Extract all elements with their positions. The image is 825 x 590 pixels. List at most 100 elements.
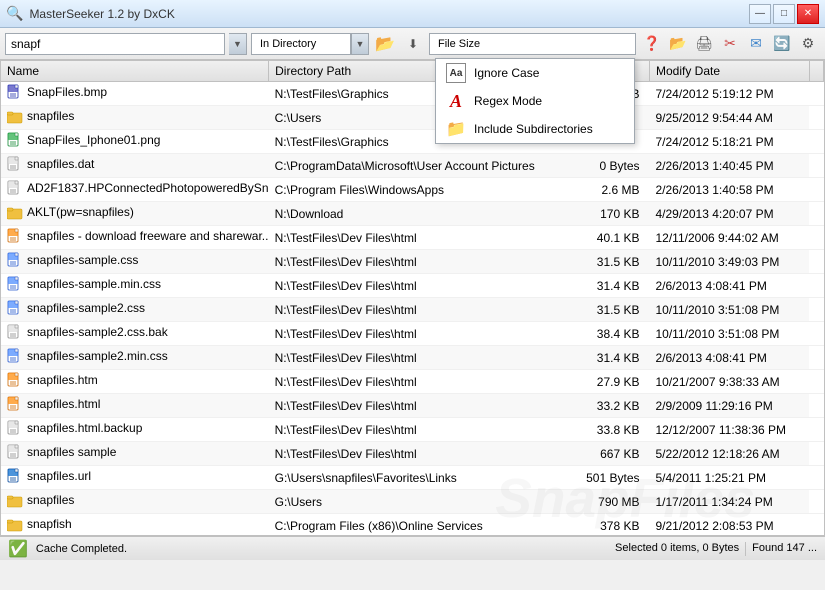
dropdown-menu: Aa Ignore Case A Regex Mode 📁 Include Su…: [435, 58, 635, 144]
table-row[interactable]: snapfishC:\Program Files (x86)\Online Se…: [1, 514, 824, 537]
file-dir-cell: N:\TestFiles\Dev Files\html: [269, 346, 578, 370]
table-row[interactable]: snapfilesG:\Users790 MB1/17/2011 1:34:24…: [1, 490, 824, 514]
search-dropdown-arrow[interactable]: ▼: [229, 33, 247, 55]
window-title: MasterSeeker 1.2 by DxCK: [29, 7, 174, 21]
file-dir-cell: N:\TestFiles\Dev Files\html: [269, 274, 578, 298]
title-bar-left: 🔍 MasterSeeker 1.2 by DxCK: [6, 5, 175, 22]
open-folder-icon[interactable]: 📂: [373, 32, 397, 56]
menu-item-ignore-case[interactable]: Aa Ignore Case: [436, 59, 634, 87]
right-icons: ❓ 📂 🖨 ✂ ✉ 🔄 ⚙: [640, 32, 820, 56]
file-date-cell: 10/11/2010 3:49:03 PM: [650, 250, 810, 274]
dir-dropdown-arrow[interactable]: ▼: [351, 33, 369, 55]
file-name-cell: AD2F1837.HPConnectedPhotopoweredBySn...: [1, 178, 269, 202]
table-row[interactable]: snapfiles.urlG:\Users\snapfiles\Favorite…: [1, 466, 824, 490]
table-row[interactable]: snapfiles.html.backupN:\TestFiles\Dev Fi…: [1, 418, 824, 442]
col-header-scroll: [809, 61, 823, 82]
table-row[interactable]: SnapFiles.bmpN:\TestFiles\Graphics12.7 K…: [1, 82, 824, 106]
dir-label[interactable]: In Directory: [251, 33, 351, 55]
menu-item-include-subdirs[interactable]: 📁 Include Subdirectories: [436, 115, 634, 143]
cut-icon[interactable]: ✂: [718, 32, 742, 56]
table-row[interactable]: snapfiles.htmlN:\TestFiles\Dev Files\htm…: [1, 394, 824, 418]
file-date-cell: 10/11/2010 3:51:08 PM: [650, 298, 810, 322]
ignore-case-label: Ignore Case: [474, 66, 539, 80]
file-name-cell: snapfiles.htm: [1, 370, 269, 394]
settings-icon[interactable]: ⚙: [796, 32, 820, 56]
down-arrow-icon[interactable]: ⬇: [401, 32, 425, 56]
include-subdirs-label: Include Subdirectories: [474, 122, 593, 136]
file-name-cell: SnapFiles.bmp: [1, 82, 269, 106]
file-size-cell: 31.5 KB: [577, 298, 649, 322]
file-table-container[interactable]: Name Directory Path Modify Date SnapFile…: [0, 60, 825, 536]
refresh-icon[interactable]: 🔄: [770, 32, 794, 56]
help-icon[interactable]: ❓: [640, 32, 664, 56]
file-size-cell: 501 Bytes: [577, 466, 649, 490]
file-date-cell: 5/22/2012 12:18:26 AM: [650, 442, 810, 466]
table-row[interactable]: snapfilesC:\Users9/25/2012 9:54:44 AM: [1, 106, 824, 130]
file-date-cell: 5/4/2011 1:25:21 PM: [650, 466, 810, 490]
file-size-cell: 40.1 KB: [577, 226, 649, 250]
file-date-cell: 9/25/2012 9:54:44 AM: [650, 106, 810, 130]
file-name-cell: snapfiles-sample.min.css: [1, 274, 269, 298]
table-row[interactable]: AKLT(pw=snapfiles)N:\Download170 KB4/29/…: [1, 202, 824, 226]
file-name-cell: snapfiles.html: [1, 394, 269, 418]
file-dir-cell: N:\TestFiles\Dev Files\html: [269, 298, 578, 322]
dir-selector: In Directory ▼: [251, 33, 369, 55]
file-size-cell: 0 Bytes: [577, 154, 649, 178]
file-size-cell: 378 KB: [577, 514, 649, 537]
file-date-cell: 2/26/2013 1:40:58 PM: [650, 178, 810, 202]
table-row[interactable]: snapfiles.datC:\ProgramData\Microsoft\Us…: [1, 154, 824, 178]
status-ok-icon: ✅: [8, 539, 28, 559]
include-subdirs-icon: 📁: [446, 119, 466, 139]
file-size-cell: 31.5 KB: [577, 250, 649, 274]
table-row[interactable]: snapfiles-sample.cssN:\TestFiles\Dev Fil…: [1, 250, 824, 274]
file-name-cell: AKLT(pw=snapfiles): [1, 202, 269, 226]
file-name-cell: snapfiles: [1, 490, 269, 514]
table-row[interactable]: SnapFiles_Iphone01.pngN:\TestFiles\Graph…: [1, 130, 824, 154]
file-size-cell: 31.4 KB: [577, 274, 649, 298]
file-dir-cell: C:\Program Files (x86)\Online Services: [269, 514, 578, 537]
print-icon[interactable]: 🖨: [692, 32, 716, 56]
file-name-cell: snapfiles - download freeware and sharew…: [1, 226, 269, 250]
file-dir-cell: G:\Users: [269, 490, 578, 514]
file-dir-cell: N:\TestFiles\Dev Files\html: [269, 442, 578, 466]
file-table: Name Directory Path Modify Date SnapFile…: [1, 61, 824, 536]
file-size-cell: 27.9 KB: [577, 370, 649, 394]
table-row[interactable]: snapfiles.htmN:\TestFiles\Dev Files\html…: [1, 370, 824, 394]
file-name-cell: snapfiles.html.backup: [1, 418, 269, 442]
menu-item-regex-mode[interactable]: A Regex Mode: [436, 87, 634, 115]
table-row[interactable]: snapfiles sampleN:\TestFiles\Dev Files\h…: [1, 442, 824, 466]
file-dir-cell: N:\TestFiles\Dev Files\html: [269, 250, 578, 274]
size-label[interactable]: File Size: [429, 33, 636, 55]
selected-items-text: Selected 0 items, 0 Bytes: [615, 542, 739, 556]
file-size-cell: 33.8 KB: [577, 418, 649, 442]
status-bar: ✅ Cache Completed. Selected 0 items, 0 B…: [0, 536, 825, 560]
status-divider: [745, 542, 746, 556]
col-header-name[interactable]: Name: [1, 61, 269, 82]
file-dir-cell: N:\TestFiles\Dev Files\html: [269, 394, 578, 418]
table-row[interactable]: snapfiles-sample2.css.bakN:\TestFiles\De…: [1, 322, 824, 346]
file-date-cell: 7/24/2012 5:18:21 PM: [650, 130, 810, 154]
close-button[interactable]: ✕: [797, 4, 819, 24]
title-bar: 🔍 MasterSeeker 1.2 by DxCK — □ ✕: [0, 0, 825, 28]
col-header-date[interactable]: Modify Date: [650, 61, 810, 82]
file-size-cell: 790 MB: [577, 490, 649, 514]
file-name-cell: snapfiles-sample2.css.bak: [1, 322, 269, 346]
open-file-icon[interactable]: 📂: [666, 32, 690, 56]
file-dir-cell: N:\TestFiles\Dev Files\html: [269, 322, 578, 346]
file-size-cell: 170 KB: [577, 202, 649, 226]
maximize-button[interactable]: □: [773, 4, 795, 24]
mail-icon[interactable]: ✉: [744, 32, 768, 56]
table-row[interactable]: AD2F1837.HPConnectedPhotopoweredBySn...C…: [1, 178, 824, 202]
file-name-cell: SnapFiles_Iphone01.png: [1, 130, 269, 154]
minimize-button[interactable]: —: [749, 4, 771, 24]
table-row[interactable]: snapfiles - download freeware and sharew…: [1, 226, 824, 250]
file-dir-cell: C:\Program Files\WindowsApps: [269, 178, 578, 202]
table-row[interactable]: snapfiles-sample2.cssN:\TestFiles\Dev Fi…: [1, 298, 824, 322]
file-date-cell: 10/21/2007 9:38:33 AM: [650, 370, 810, 394]
file-name-cell: snapfish: [1, 514, 269, 537]
search-input[interactable]: [5, 33, 225, 55]
file-name-cell: snapfiles-sample2.css: [1, 298, 269, 322]
table-row[interactable]: snapfiles-sample.min.cssN:\TestFiles\Dev…: [1, 274, 824, 298]
title-controls: — □ ✕: [749, 4, 819, 24]
table-row[interactable]: snapfiles-sample2.min.cssN:\TestFiles\De…: [1, 346, 824, 370]
